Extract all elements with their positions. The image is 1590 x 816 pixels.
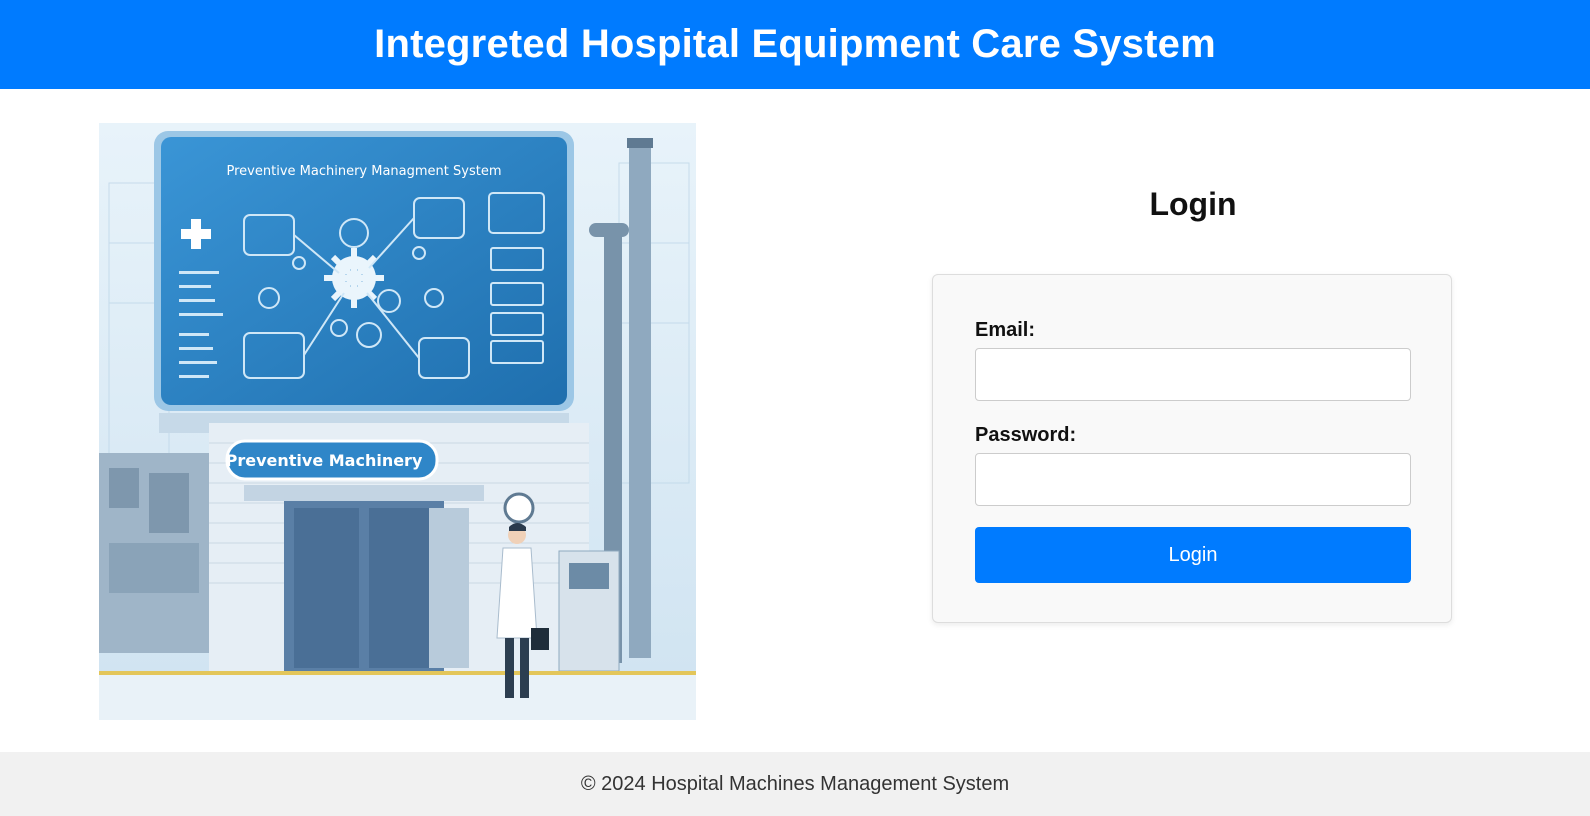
- email-label: Email:: [975, 319, 1036, 341]
- password-field[interactable]: [975, 453, 1411, 506]
- login-button[interactable]: Login: [975, 527, 1411, 583]
- board-title: Preventive Machinery Managment System: [227, 164, 502, 179]
- machinery-sign: Preventive Machinery: [226, 451, 423, 470]
- page-footer: © 2024 Hospital Machines Management Syst…: [0, 752, 1590, 816]
- footer-copyright: © 2024 Hospital Machines Management Syst…: [580, 772, 1010, 795]
- hero-illustration: Preventive Machinery Managment System Pr…: [99, 123, 696, 720]
- email-field[interactable]: [975, 348, 1411, 401]
- password-label: Password:: [975, 424, 1077, 446]
- page-header: Integreted Hospital Equipment Care Syste…: [0, 0, 1590, 89]
- login-heading: Login: [1149, 186, 1237, 222]
- login-form: Email: Password: Login: [932, 274, 1452, 623]
- page-title: Integreted Hospital Equipment Care Syste…: [374, 22, 1216, 66]
